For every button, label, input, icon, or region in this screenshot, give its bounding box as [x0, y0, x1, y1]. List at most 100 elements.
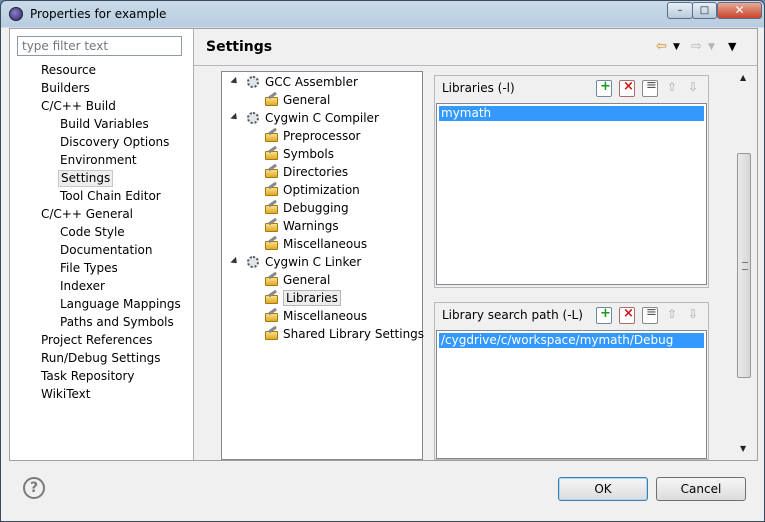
move-down-icon[interactable]: ⇩ — [686, 307, 700, 322]
tree-option-node[interactable]: General — [283, 91, 330, 109]
edit-icon[interactable] — [642, 305, 658, 324]
add-icon[interactable] — [596, 306, 612, 324]
option-category-icon — [265, 271, 279, 286]
tree-option-node[interactable]: Miscellaneous — [283, 235, 367, 253]
tree-tool-node[interactable]: Cygwin C Linker — [265, 253, 361, 271]
libraries-title: Libraries (-l) — [442, 81, 515, 95]
tree-option-node[interactable]: Miscellaneous — [283, 307, 367, 325]
tree-tool-node[interactable]: Cygwin C Compiler — [265, 109, 379, 127]
tree-node-label: Optimization — [283, 183, 360, 197]
expand-triangle-icon[interactable] — [230, 76, 240, 87]
nav-item[interactable]: Builders — [39, 80, 92, 97]
nav-item[interactable]: Task Repository — [39, 368, 137, 385]
tree-node-label: Miscellaneous — [283, 309, 368, 323]
back-arrow-icon[interactable]: ⇦ — [656, 39, 667, 55]
nav-item[interactable]: WikiText — [39, 386, 93, 403]
option-category-icon — [265, 145, 279, 160]
option-category-icon — [265, 307, 279, 322]
tree-option-node[interactable]: Preprocessor — [283, 127, 360, 145]
nav-item[interactable]: Run/Debug Settings — [39, 350, 163, 367]
expand-triangle-icon[interactable] — [230, 256, 240, 267]
edit-icon[interactable] — [642, 78, 658, 97]
nav-item[interactable]: C/C++ Build — [39, 98, 118, 115]
tree-option-node[interactable]: Symbols — [283, 145, 334, 163]
add-icon[interactable] — [596, 79, 612, 97]
scroll-down-icon[interactable]: ▼ — [740, 444, 746, 453]
tree-node-label: Directories — [283, 165, 349, 179]
tree-node-label: Debugging — [283, 201, 349, 215]
option-category-icon — [265, 325, 279, 340]
tool-gear-icon — [247, 112, 259, 124]
library-paths-list[interactable]: /cygdrive/c/workspace/mymath/Debug — [436, 330, 707, 459]
close-button[interactable]: ✕ — [717, 2, 762, 19]
button-bar: ? OK Cancel — [9, 461, 758, 516]
tree-node-label: Cygwin C Linker — [265, 255, 362, 269]
forward-dropdown-icon[interactable]: ▼ — [708, 39, 715, 55]
tree-option-node[interactable]: Debugging — [283, 199, 349, 217]
library-paths-toolbar: ⇧ ⇩ — [594, 305, 704, 324]
option-category-icon — [265, 289, 279, 304]
tree-option-node[interactable]: Warnings — [283, 217, 339, 235]
eclipse-icon — [9, 7, 23, 21]
tree-option-node[interactable]: Directories — [283, 163, 348, 181]
minimize-button[interactable]: – — [667, 2, 693, 19]
property-nav-pane: ResourceBuildersC/C++ BuildBuild Variabl… — [10, 29, 194, 460]
nav-item[interactable]: Indexer — [58, 278, 107, 295]
delete-icon[interactable] — [619, 306, 635, 324]
libraries-list[interactable]: mymath — [436, 103, 707, 285]
header-separator — [194, 65, 757, 66]
nav-item[interactable]: Documentation — [58, 242, 155, 259]
forward-arrow-icon[interactable]: ⇨ — [691, 39, 702, 55]
nav-item[interactable]: Environment — [58, 152, 139, 169]
option-category-icon — [265, 181, 279, 196]
nav-item[interactable]: Paths and Symbols — [58, 314, 176, 331]
nav-item[interactable]: File Types — [58, 260, 120, 277]
tree-node-label: General — [283, 93, 331, 107]
maximize-button[interactable]: □ — [692, 2, 717, 19]
option-category-icon — [265, 217, 279, 232]
back-dropdown-icon[interactable]: ▼ — [673, 39, 680, 55]
list-item[interactable]: /cygdrive/c/workspace/mymath/Debug — [439, 333, 704, 348]
ok-button[interactable]: OK — [558, 477, 648, 501]
properties-dialog: Properties for example – □ ✕ ResourceBui… — [0, 0, 765, 522]
move-up-icon[interactable]: ⇧ — [665, 80, 679, 95]
nav-item[interactable]: Language Mappings — [58, 296, 183, 313]
tree-node-label: Warnings — [283, 219, 339, 233]
vertical-scrollbar[interactable]: ▲ ▼ — [736, 71, 753, 456]
title-bar[interactable]: Properties for example – □ ✕ — [1, 1, 764, 28]
help-icon[interactable]: ? — [23, 477, 45, 499]
page-title: Settings — [206, 39, 273, 55]
view-menu-icon[interactable]: ▼ — [728, 39, 736, 55]
scrollbar-thumb[interactable] — [737, 153, 751, 378]
filter-input[interactable] — [17, 36, 182, 56]
scroll-up-icon[interactable]: ▲ — [740, 73, 746, 82]
delete-icon[interactable] — [619, 79, 635, 97]
nav-item[interactable]: C/C++ General — [39, 206, 135, 223]
move-up-icon[interactable]: ⇧ — [665, 307, 679, 322]
tree-tool-node[interactable]: GCC Assembler — [265, 73, 358, 91]
nav-item[interactable]: Code Style — [58, 224, 127, 241]
tree-node-label: General — [283, 273, 331, 287]
tree-node-label: Symbols — [283, 147, 334, 161]
option-category-icon — [265, 127, 279, 142]
expand-triangle-icon[interactable] — [230, 112, 240, 123]
tree-option-node[interactable]: Shared Library Settings — [283, 325, 424, 343]
tool-gear-icon — [247, 256, 259, 268]
nav-item[interactable]: Discovery Options — [58, 134, 171, 151]
nav-item[interactable]: Project References — [39, 332, 155, 349]
tree-option-node[interactable]: General — [283, 271, 330, 289]
cancel-button[interactable]: Cancel — [656, 477, 746, 501]
window-title: Properties for example — [30, 7, 167, 21]
nav-item[interactable]: Tool Chain Editor — [58, 188, 163, 205]
tree-node-label: Libraries — [283, 290, 341, 306]
nav-item[interactable]: Resource — [39, 62, 98, 79]
nav-item[interactable]: Build Variables — [58, 116, 151, 133]
move-down-icon[interactable]: ⇩ — [686, 80, 700, 95]
tree-option-node[interactable]: Optimization — [283, 181, 360, 199]
tree-option-node[interactable]: Libraries — [283, 289, 341, 307]
libraries-group: Libraries (-l) ⇧ ⇩ mymath — [434, 75, 709, 288]
option-category-icon — [265, 235, 279, 250]
library-paths-title: Library search path (-L) — [442, 308, 583, 322]
nav-item[interactable]: Settings — [58, 170, 114, 187]
list-item[interactable]: mymath — [439, 106, 704, 121]
